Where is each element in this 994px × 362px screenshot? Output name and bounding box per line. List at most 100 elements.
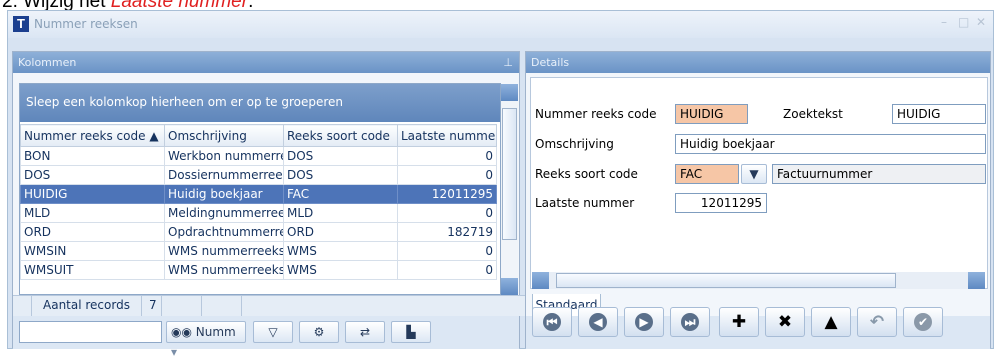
refresh-button[interactable]: ⇄ [345, 321, 385, 343]
cell-description: WMS nummerreeks uit [164, 260, 284, 280]
cell-code: MLD [20, 203, 165, 223]
status-bar: Aantal records 7 [13, 295, 525, 316]
type-description-field: Factuurnummer [772, 164, 986, 184]
table-row[interactable]: DOS Dossiernummerreeks DOS 0 [20, 165, 497, 185]
table-row[interactable]: BONWerkbon nummerreeksDOS0 [20, 146, 497, 166]
details-panel-header: Details [526, 52, 990, 73]
last-number-label: Laatste nummer [535, 196, 635, 210]
cell-type: MLD [283, 203, 398, 223]
cell-description: Opdrachtnummerreeks [164, 222, 284, 242]
add-button[interactable]: ✚ [719, 307, 759, 337]
details-panel: Details Nummer reeks code HUIDIG Zoektek… [525, 51, 991, 349]
record-count-value: 7 [149, 298, 157, 312]
first-icon: ⏮ [543, 313, 561, 331]
record-count-label: Aantal records [43, 298, 130, 312]
table-row[interactable]: WMSINWMS nummerreeks inWMS0 [20, 241, 497, 261]
table-row[interactable]: ORDOpdrachtnummerreeksORD182719 [20, 222, 497, 242]
next-record-button[interactable]: ▶ [624, 307, 664, 337]
app-window: T Nummer reeksen – □ ✕ Kolommen ⊥ Sleep e… [7, 10, 994, 359]
last-record-button[interactable]: ⏭ [670, 307, 710, 337]
search-field-button[interactable]: ◉◉ Numm ▾ [166, 321, 246, 359]
scroll-up-icon[interactable] [501, 84, 518, 101]
delete-button[interactable]: ✖ [765, 307, 805, 337]
cell-last-number: 12011295 [397, 184, 497, 204]
cell-type: WMS [283, 241, 398, 261]
scroll-left-icon[interactable] [532, 272, 549, 289]
scroll-right-icon[interactable] [968, 272, 985, 289]
filter-button[interactable]: ▽ [253, 321, 293, 343]
last-icon: ⏭ [681, 313, 699, 331]
column-header-code[interactable]: Nummer reeks code ▲ [20, 124, 165, 147]
filter-icon: ▽ [268, 325, 278, 339]
cell-last-number: 0 [397, 241, 497, 261]
table-row[interactable]: WMSUITWMS nummerreeks uitWMS0 [20, 260, 497, 280]
minimize-icon[interactable]: – [941, 15, 947, 29]
cell-type: DOS [283, 165, 398, 185]
cell-code: WMSIN [20, 241, 165, 261]
undo-icon: ↶ [869, 312, 885, 332]
type-label: Reeks soort code [535, 167, 638, 181]
cell-last-number: 0 [397, 203, 497, 223]
search-text-field[interactable]: HUIDIG [892, 104, 986, 124]
type-field[interactable]: FAC [675, 164, 739, 184]
cell-description: Werkbon nummerreeks [164, 146, 284, 166]
close-icon[interactable]: ✕ [976, 15, 986, 29]
table-row[interactable]: HUIDIG Huidig boekjaar FAC 12011295 [20, 184, 497, 204]
scroll-down-icon[interactable] [501, 278, 518, 295]
window-title: Nummer reeksen [34, 17, 138, 31]
code-field[interactable]: HUIDIG [675, 104, 748, 124]
description-field[interactable]: Huidig boekjaar [675, 134, 986, 154]
chevron-down-icon: ▼ [749, 167, 759, 181]
records-table: Nummer reeks code ▲ Omschrijving Reeks s… [20, 124, 497, 280]
chevron-down-icon: ▾ [171, 345, 178, 359]
columns-panel: Kolommen ⊥ Sleep een kolomkop hierheen om… [12, 51, 525, 359]
scroll-thumb[interactable] [502, 108, 517, 240]
cell-description: Meldingnummerreeks [164, 203, 284, 223]
group-by-panel[interactable]: Sleep een kolomkop hierheen om er op te … [20, 84, 500, 122]
cell-description: WMS nummerreeks in [164, 241, 284, 261]
scroll-thumb-horizontal[interactable] [556, 273, 896, 288]
app-icon: T [13, 16, 29, 32]
search-input[interactable] [19, 321, 162, 343]
previous-record-button[interactable]: ◀ [578, 307, 618, 337]
delete-icon: ✖ [777, 312, 793, 332]
column-header-type[interactable]: Reeks soort code [283, 124, 398, 147]
cell-code: DOS [20, 165, 165, 185]
cell-code: WMSUIT [20, 260, 165, 280]
cell-type: ORD [283, 222, 398, 242]
column-header-description[interactable]: Omschrijving [164, 124, 284, 147]
refresh-icon: ⇄ [359, 325, 371, 339]
cell-type: WMS [283, 260, 398, 280]
horizontal-scrollbar[interactable] [532, 272, 985, 289]
title-bar: T Nummer reeksen – □ ✕ [8, 11, 993, 38]
description-label: Omschrijving [535, 137, 614, 151]
export-button[interactable]: ▙ [391, 321, 431, 343]
binoculars-icon: ◉◉ [171, 325, 192, 339]
settings-button[interactable]: ⚙ [299, 321, 339, 343]
columns-panel-header: Kolommen ⊥ [13, 52, 519, 73]
last-number-field[interactable]: 12011295 [675, 193, 767, 213]
undo-button[interactable]: ↶ [857, 307, 897, 337]
previous-icon: ◀ [589, 313, 607, 331]
cell-type: FAC [283, 184, 398, 204]
cell-description: Dossiernummerreeks [164, 165, 284, 185]
cell-code: ORD [20, 222, 165, 242]
cell-code: HUIDIG [20, 184, 165, 204]
column-header-last-number[interactable]: Laatste nummer [397, 124, 497, 147]
export-icon: ▙ [406, 325, 416, 339]
cell-type: DOS [283, 146, 398, 166]
cell-code: BON [20, 146, 165, 166]
next-icon: ▶ [635, 313, 653, 331]
cell-last-number: 0 [397, 260, 497, 280]
add-icon: ✚ [731, 312, 747, 332]
move-up-button[interactable]: ▲ [811, 307, 851, 337]
vertical-scrollbar[interactable] [501, 84, 518, 295]
records-grid: Sleep een kolomkop hierheen om er op te … [19, 83, 501, 295]
first-record-button[interactable]: ⏮ [532, 307, 572, 337]
pin-icon[interactable]: ⊥ [503, 52, 513, 73]
type-dropdown-button[interactable]: ▼ [741, 164, 767, 184]
table-row[interactable]: MLDMeldingnummerreeksMLD0 [20, 203, 497, 223]
maximize-icon[interactable]: □ [958, 15, 969, 29]
confirm-button[interactable]: ✔ [903, 307, 943, 337]
cell-last-number: 0 [397, 146, 497, 166]
